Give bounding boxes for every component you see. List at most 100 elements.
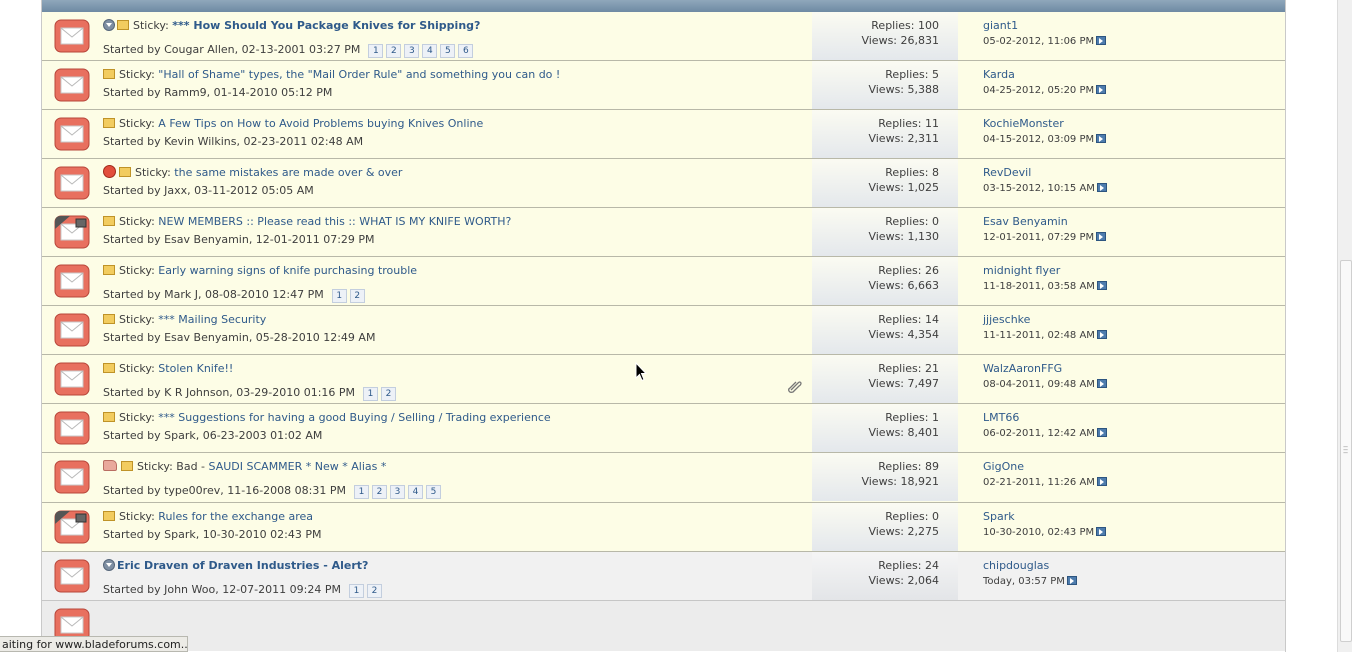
last-post-user[interactable]: GigOne (983, 460, 1107, 474)
thread-title-link[interactable]: *** How Should You Package Knives for Sh… (172, 19, 480, 32)
replies-count: Replies: 11 (878, 117, 939, 130)
thread-title-link[interactable]: "Hall of Shame" types, the "Mail Order R… (158, 68, 560, 81)
page-link[interactable]: 1 (348, 584, 364, 598)
page-link[interactable]: 1 (363, 387, 379, 401)
table-row[interactable]: Sticky: NEW MEMBERS :: Please read this … (42, 208, 1285, 257)
thread-title-link[interactable]: Early warning signs of knife purchasing … (158, 264, 417, 277)
thread-title-link[interactable]: the same mistakes are made over & over (174, 166, 402, 179)
last-post-user[interactable]: jjjeschke (983, 313, 1107, 327)
goto-last-post-icon[interactable] (1096, 281, 1107, 290)
last-post-user[interactable]: giant1 (983, 19, 1106, 33)
last-post-date: 04-25-2012, 05:20 PM (983, 85, 1095, 96)
table-row[interactable]: Sticky: Stolen Knife!! Started by K R Jo… (42, 355, 1285, 404)
envelope-icon (54, 19, 90, 53)
table-row[interactable]: Sticky: Rules for the exchange area Star… (42, 503, 1285, 552)
table-row[interactable]: Sticky: Early warning signs of knife pur… (42, 257, 1285, 306)
thread-title-link[interactable]: Eric Draven of Draven Industries - Alert… (117, 559, 368, 572)
thread-title-link[interactable]: A Few Tips on How to Avoid Problems buyi… (158, 117, 483, 130)
last-post-user[interactable]: Esav Benyamin (983, 215, 1106, 229)
envelope-icon (54, 559, 90, 593)
goto-first-unread-icon[interactable] (103, 19, 115, 31)
last-post-date: 12-01-2011, 07:29 PM (983, 232, 1095, 243)
last-post-date: 05-02-2012, 11:06 PM (983, 36, 1095, 47)
goto-last-post-icon[interactable] (1096, 428, 1107, 437)
last-post-user[interactable]: KochieMonster (983, 117, 1106, 131)
thread-title-link[interactable]: NEW MEMBERS :: Please read this :: WHAT … (158, 215, 511, 228)
thread-stats: Replies: 21 Views: 7,497 (812, 355, 958, 403)
replies-count: Replies: 100 (871, 19, 939, 32)
vertical-scrollbar[interactable]: ‒ ‒ ‒ (1337, 0, 1352, 652)
table-row[interactable]: Sticky: Bad - SAUDI SCAMMER * New * Alia… (42, 453, 1285, 503)
envelope-icon (54, 166, 90, 200)
views-count: Views: 26,831 (861, 34, 939, 47)
last-post-user[interactable]: LMT66 (983, 411, 1107, 425)
page-links: 123456 (368, 42, 476, 58)
last-post-user[interactable]: midnight flyer (983, 264, 1107, 278)
page-link[interactable]: 4 (422, 44, 438, 58)
page-link[interactable]: 1 (331, 289, 347, 303)
last-post-user[interactable]: RevDevil (983, 166, 1107, 180)
table-row[interactable]: Sticky: *** How Should You Package Knive… (42, 12, 1285, 61)
page-link[interactable]: 5 (440, 44, 456, 58)
thread-stats: Replies: 24 Views: 2,064 (812, 552, 958, 600)
thread-title-link[interactable]: Stolen Knife!! (158, 362, 233, 375)
last-post-date: 04-15-2012, 03:09 PM (983, 134, 1095, 145)
sticky-folder-icon (119, 167, 131, 177)
last-post-date: 11-18-2011, 03:58 AM (983, 281, 1095, 292)
page-link[interactable]: 2 (349, 289, 365, 303)
thread-title-link[interactable]: SAUDI SCAMMER * New * Alias * (209, 460, 387, 473)
page-link[interactable]: 1 (353, 485, 369, 499)
page-link[interactable]: 5 (425, 485, 441, 499)
page-link[interactable]: 2 (371, 485, 387, 499)
goto-last-post-icon[interactable] (1096, 85, 1107, 94)
goto-last-post-icon[interactable] (1096, 527, 1107, 536)
thread-prefix: Sticky: Bad - (137, 460, 206, 473)
goto-last-post-icon[interactable] (1096, 477, 1107, 486)
thread-starter: Started by Esav Benyamin, 05-28-2010 12:… (103, 331, 376, 344)
views-count: Views: 8,401 (868, 426, 939, 439)
page-link[interactable]: 4 (407, 485, 423, 499)
thread-title-link[interactable]: *** Suggestions for having a good Buying… (158, 411, 550, 424)
goto-last-post-icon[interactable] (1096, 232, 1107, 241)
paperclip-icon (788, 381, 802, 393)
page-link[interactable]: 2 (366, 584, 382, 598)
last-post-date: Today, 03:57 PM (983, 576, 1065, 587)
goto-last-post-icon[interactable] (1096, 134, 1107, 143)
locked-envelope-icon (54, 510, 90, 544)
table-row[interactable]: Eric Draven of Draven Industries - Alert… (42, 552, 1285, 601)
goto-last-post-icon[interactable] (1096, 36, 1107, 45)
page-link[interactable]: 3 (389, 485, 405, 499)
locked-envelope-icon (54, 215, 90, 249)
thread-title-link[interactable]: Rules for the exchange area (158, 510, 313, 523)
goto-last-post-icon[interactable] (1096, 330, 1107, 339)
table-row[interactable]: Sticky: *** Mailing Security Started by … (42, 306, 1285, 355)
thread-title-link[interactable]: *** Mailing Security (158, 313, 266, 326)
table-row[interactable]: Sticky: "Hall of Shame" types, the "Mail… (42, 61, 1285, 110)
views-count: Views: 2,064 (868, 574, 939, 587)
last-post-user[interactable]: chipdouglas (983, 559, 1077, 573)
views-count: Views: 1,025 (868, 181, 939, 194)
goto-last-post-icon[interactable] (1096, 379, 1107, 388)
views-count: Views: 7,497 (868, 377, 939, 390)
last-post-user[interactable]: Spark (983, 510, 1106, 524)
thread-prefix: Sticky: (119, 510, 155, 523)
goto-last-post-icon[interactable] (1066, 576, 1077, 585)
replies-count: Replies: 26 (878, 264, 939, 277)
last-post-user[interactable]: Karda (983, 68, 1106, 82)
sticky-folder-icon (103, 314, 115, 324)
page-link[interactable]: 3 (404, 44, 420, 58)
goto-last-post-icon[interactable] (1096, 183, 1107, 192)
last-post-user[interactable]: WalzAaronFFG (983, 362, 1107, 376)
page-link[interactable]: 1 (368, 44, 384, 58)
thread-stats: Replies: 8 Views: 1,025 (812, 159, 958, 207)
page-link[interactable]: 6 (458, 44, 474, 58)
table-row[interactable] (42, 601, 1285, 651)
table-row[interactable]: Sticky: *** Suggestions for having a goo… (42, 404, 1285, 453)
sticky-folder-icon (117, 20, 129, 30)
goto-first-unread-icon[interactable] (103, 559, 115, 571)
page-link[interactable]: 2 (381, 387, 397, 401)
table-row[interactable]: Sticky: the same mistakes are made over … (42, 159, 1285, 208)
last-post-date: 10-30-2010, 02:43 PM (983, 527, 1095, 538)
table-row[interactable]: Sticky: A Few Tips on How to Avoid Probl… (42, 110, 1285, 159)
page-link[interactable]: 2 (386, 44, 402, 58)
